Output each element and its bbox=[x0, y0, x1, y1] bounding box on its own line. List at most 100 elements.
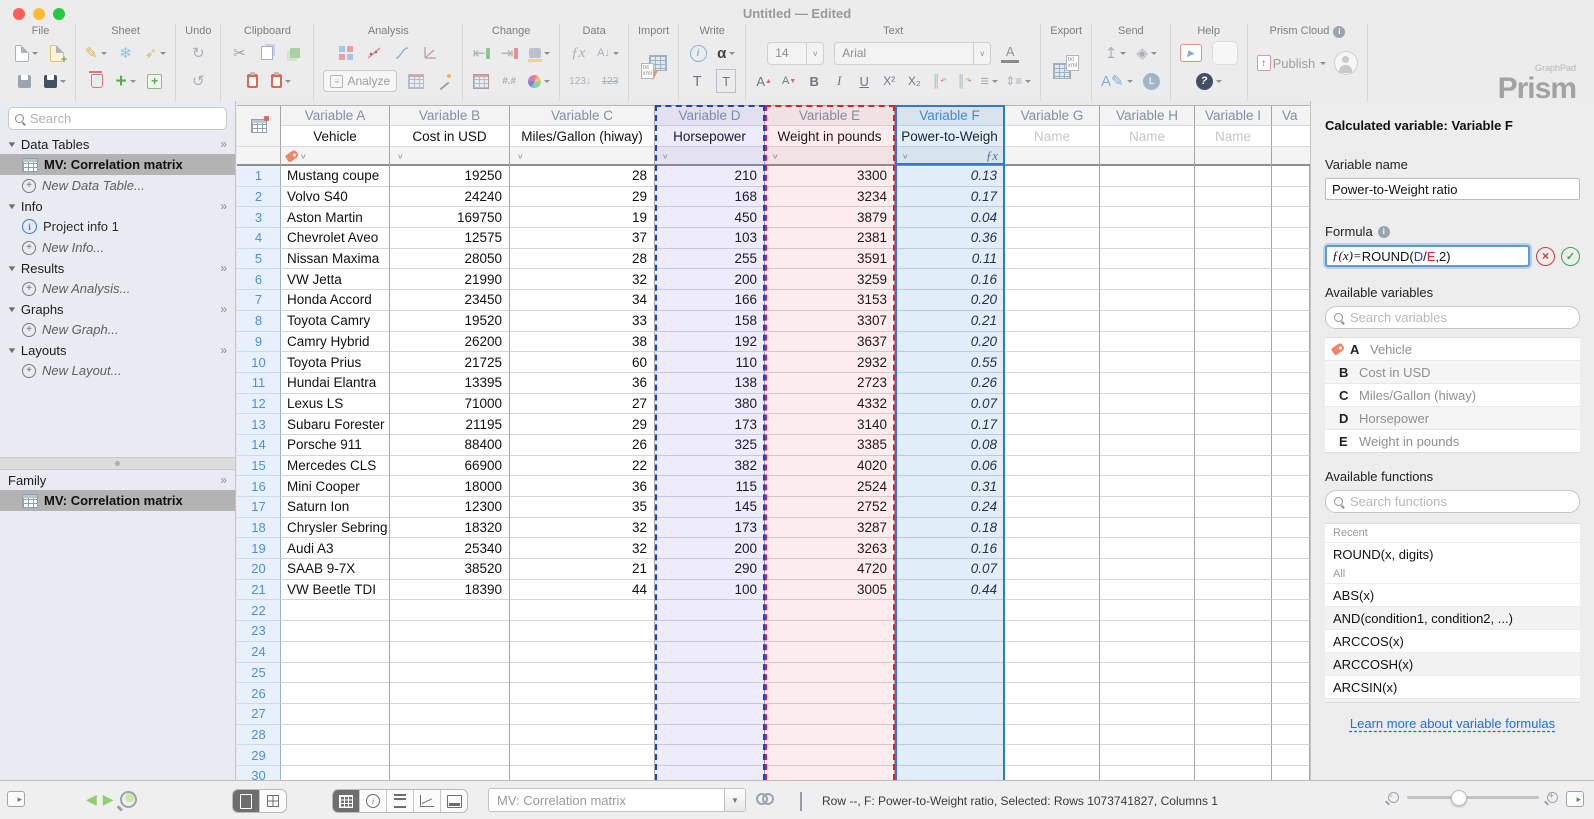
tutorial-video-button[interactable]: ▶ bbox=[1180, 42, 1202, 64]
empty-cell[interactable] bbox=[1272, 559, 1310, 580]
sidebar-item-correlation-matrix[interactable]: MV: Correlation matrix bbox=[0, 154, 235, 175]
empty-cell[interactable] bbox=[1272, 269, 1310, 290]
empty-cell[interactable] bbox=[1005, 559, 1100, 580]
row-number-cell[interactable]: 6 bbox=[237, 269, 281, 290]
vehicle-cell[interactable]: Aston Martin bbox=[281, 207, 390, 228]
font-color-button[interactable]: A bbox=[1001, 43, 1019, 63]
sidebar-section-layouts[interactable]: ▼ Layouts » bbox=[0, 340, 235, 360]
rotate-text-right-icon[interactable]: ║↷ bbox=[955, 70, 973, 92]
fill-color-button[interactable] bbox=[529, 42, 550, 64]
empty-cell[interactable] bbox=[1100, 352, 1195, 373]
mpg-cell[interactable]: 38 bbox=[510, 332, 655, 353]
empty-cell[interactable] bbox=[1195, 704, 1272, 725]
vehicle-cell[interactable]: Chrysler Sebring bbox=[281, 518, 390, 539]
section-more-icon[interactable]: » bbox=[220, 343, 227, 357]
empty-cell[interactable] bbox=[655, 704, 765, 725]
variable-type-chevron-icon[interactable]: v bbox=[301, 152, 306, 160]
mpg-cell[interactable]: 29 bbox=[510, 414, 655, 435]
empty-cell[interactable] bbox=[510, 704, 655, 725]
empty-cell[interactable] bbox=[1100, 580, 1195, 601]
empty-cell[interactable] bbox=[1195, 435, 1272, 456]
empty-cell[interactable] bbox=[1272, 600, 1310, 621]
empty-cell[interactable] bbox=[1100, 476, 1195, 497]
cost-cell[interactable]: 19250 bbox=[390, 166, 510, 187]
zoom-out-icon[interactable]: - bbox=[1388, 792, 1399, 803]
horsepower-cell[interactable]: 255 bbox=[655, 249, 765, 270]
ratio-cell[interactable]: 0.11 bbox=[895, 249, 1005, 270]
weight-cell[interactable]: 3879 bbox=[765, 207, 895, 228]
back-arrow-button[interactable]: ◀ bbox=[86, 791, 97, 808]
info-view-button[interactable]: i bbox=[360, 790, 387, 812]
move-left-button[interactable]: ⇤ bbox=[473, 42, 491, 64]
empty-cell[interactable] bbox=[1100, 456, 1195, 477]
empty-cell[interactable] bbox=[510, 683, 655, 704]
publish-button[interactable]: ↑ Publish bbox=[1257, 52, 1327, 74]
weight-cell[interactable]: 3300 bbox=[765, 166, 895, 187]
send-to-app-button[interactable]: ◈ bbox=[1136, 42, 1157, 64]
row-number-cell[interactable]: 18 bbox=[237, 518, 281, 539]
empty-cell[interactable] bbox=[765, 725, 895, 746]
variable-letter-cell[interactable]: Variable E bbox=[765, 106, 895, 126]
empty-cell[interactable] bbox=[1195, 725, 1272, 746]
empty-cell[interactable] bbox=[1195, 249, 1272, 270]
empty-cell[interactable] bbox=[1195, 621, 1272, 642]
ratio-cell[interactable]: 0.20 bbox=[895, 332, 1005, 353]
variable-type-cell[interactable] bbox=[1005, 147, 1100, 166]
correlation-matrix-icon[interactable] bbox=[337, 42, 355, 64]
new-sheet-button[interactable]: + bbox=[116, 70, 136, 92]
horsepower-cell[interactable]: 325 bbox=[655, 435, 765, 456]
empty-cell[interactable] bbox=[1100, 187, 1195, 208]
forward-arrow-button[interactable]: ▶ bbox=[103, 791, 114, 808]
empty-cell[interactable] bbox=[1195, 166, 1272, 187]
empty-cell[interactable] bbox=[765, 642, 895, 663]
zoom-in-icon[interactable]: + bbox=[1547, 792, 1558, 803]
functions-search-field[interactable] bbox=[1325, 490, 1580, 513]
empty-cell[interactable] bbox=[390, 663, 510, 684]
empty-cell[interactable] bbox=[895, 766, 1005, 780]
row-number-cell[interactable]: 29 bbox=[237, 745, 281, 766]
empty-cell[interactable] bbox=[1100, 166, 1195, 187]
variable-letter-cell[interactable]: Variable H bbox=[1100, 106, 1195, 126]
format-table-button[interactable] bbox=[472, 70, 490, 92]
empty-cell[interactable] bbox=[1100, 228, 1195, 249]
horsepower-cell[interactable]: 115 bbox=[655, 476, 765, 497]
empty-cell[interactable] bbox=[765, 621, 895, 642]
mpg-cell[interactable]: 22 bbox=[510, 456, 655, 477]
learn-more-link[interactable]: Learn more about variable formulas bbox=[1325, 716, 1580, 731]
variable-letter-cell[interactable]: Variable B bbox=[390, 106, 510, 126]
font-family-select[interactable]: Arial v bbox=[834, 42, 991, 65]
empty-cell[interactable] bbox=[655, 683, 765, 704]
horsepower-cell[interactable]: 145 bbox=[655, 497, 765, 518]
empty-cell[interactable] bbox=[1272, 311, 1310, 332]
sidebar-item-new-analysis[interactable]: + New Analysis... bbox=[0, 278, 235, 299]
function-list-item[interactable]: AND(condition1, condition2, ...) bbox=[1325, 606, 1580, 629]
sort-button[interactable]: A↓ bbox=[597, 42, 619, 64]
mpg-cell[interactable]: 37 bbox=[510, 228, 655, 249]
section-more-icon[interactable]: » bbox=[220, 261, 227, 275]
save-button[interactable] bbox=[16, 70, 34, 92]
empty-cell[interactable] bbox=[655, 642, 765, 663]
empty-cell[interactable] bbox=[1100, 663, 1195, 684]
vehicle-cell[interactable]: Toyota Camry bbox=[281, 311, 390, 332]
row-number-cell[interactable]: 5 bbox=[237, 249, 281, 270]
vehicle-cell[interactable]: Hundai Elantra bbox=[281, 373, 390, 394]
empty-cell[interactable] bbox=[1272, 518, 1310, 539]
empty-cell[interactable] bbox=[510, 600, 655, 621]
empty-cell[interactable] bbox=[765, 663, 895, 684]
empty-cell[interactable] bbox=[510, 766, 655, 780]
ratio-cell[interactable]: 0.44 bbox=[895, 580, 1005, 601]
pin-sheet-button[interactable]: ➶ bbox=[145, 42, 167, 64]
cost-cell[interactable]: 26200 bbox=[390, 332, 510, 353]
variable-type-cell[interactable]: v bbox=[390, 147, 510, 166]
mpg-cell[interactable]: 34 bbox=[510, 290, 655, 311]
weight-cell[interactable]: 3307 bbox=[765, 311, 895, 332]
variable-name-cell[interactable]: Name bbox=[1100, 126, 1195, 147]
empty-cell[interactable] bbox=[1272, 538, 1310, 559]
fx-insert-button[interactable]: ƒx bbox=[569, 42, 587, 64]
empty-cell[interactable] bbox=[1100, 332, 1195, 353]
delete-sheet-button[interactable] bbox=[88, 70, 106, 92]
empty-cell[interactable] bbox=[1272, 249, 1310, 270]
weight-cell[interactable]: 3153 bbox=[765, 290, 895, 311]
vehicle-cell[interactable]: Camry Hybrid bbox=[281, 332, 390, 353]
variable-type-cell[interactable] bbox=[1195, 147, 1272, 166]
